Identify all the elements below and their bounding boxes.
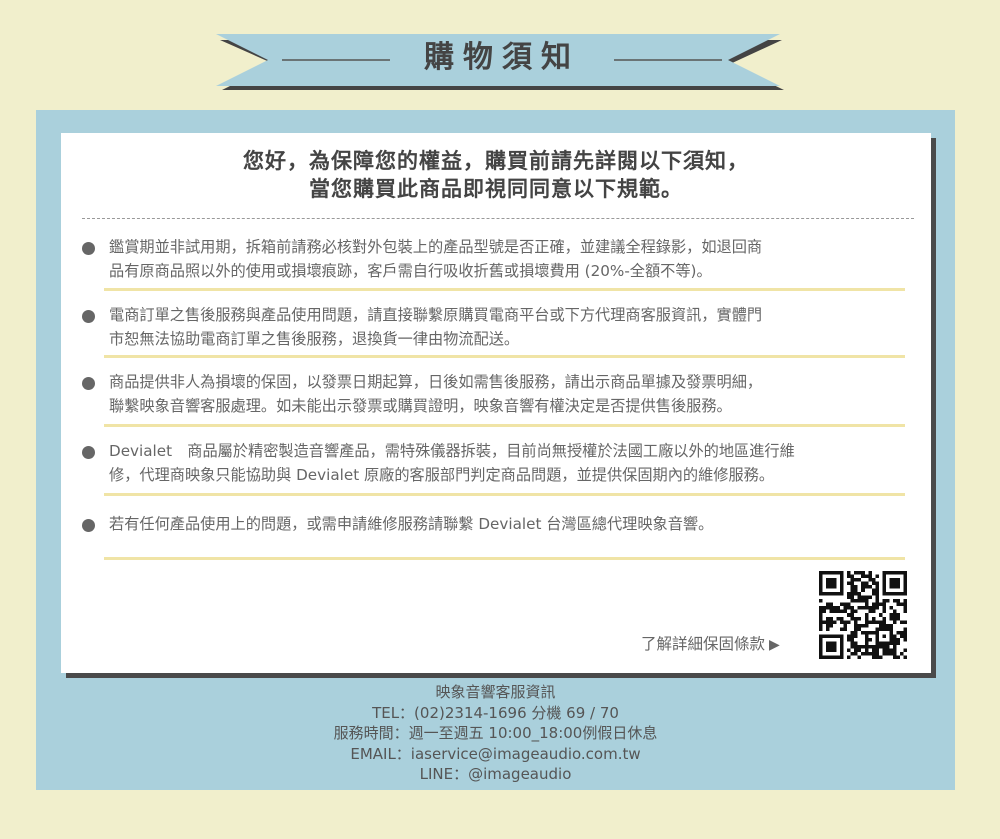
notice-item-text: 電商訂單之售後服務與產品使用問題，請直接聯繫原購買電商平台或下方代理商客服資訊，… — [109, 303, 909, 351]
notice-item-line: 聯繫映象音響客服處理。如未能出示發票或購買證明，映象音響有權決定是否提供售後服務… — [109, 397, 732, 415]
item-divider — [104, 424, 905, 427]
contact-email: EMAIL：iaservice@imageaudio.com.tw — [350, 744, 641, 763]
bullet-icon — [82, 519, 95, 532]
notice-item-text: 商品提供非人為損壞的保固，以發票日期起算，日後如需售後服務，請出示商品單據及發票… — [109, 370, 909, 418]
dashed-divider — [82, 218, 914, 219]
warranty-terms-label[interactable]: 了解詳細保固條款 — [641, 635, 765, 653]
notice-item-text: 鑑賞期並非試用期，拆箱前請務必核對外包裝上的產品型號是否正確，並建議全程錄影，如… — [109, 235, 909, 283]
bullet-icon — [82, 446, 95, 459]
contact-info: 映象音響客服資訊 TEL：(02)2314-1696 分機 69 / 70 服務… — [36, 682, 955, 785]
notice-item-line: 品有原商品照以外的使用或損壞痕跡，客戶需自行吸收折舊或損壞費用 (20%-全額不… — [109, 262, 712, 280]
qr-code-icon[interactable] — [819, 571, 907, 659]
notice-item-line: 電商訂單之售後服務與產品使用問題，請直接聯繫原購買電商平台或下方代理商客服資訊，… — [109, 306, 763, 324]
item-divider — [104, 288, 905, 291]
notice-item-line: 鑑賞期並非試用期，拆箱前請務必核對外包裝上的產品型號是否正確，並建議全程錄影，如… — [109, 238, 763, 256]
item-divider — [104, 355, 905, 358]
bullet-icon — [82, 310, 95, 323]
title-banner: 購物須知 — [212, 28, 792, 92]
contact-tel: TEL：(02)2314-1696 分機 69 / 70 — [372, 703, 619, 722]
bullet-icon — [82, 377, 95, 390]
notice-item-text: 若有任何產品使用上的問題，或需申請維修服務請聯繫 Devialet 台灣區總代理… — [109, 512, 909, 536]
intro-line-1: 您好，為保障您的權益，購買前請先詳閱以下須知， — [243, 149, 749, 173]
notice-item-line: 若有任何產品使用上的問題，或需申請維修服務請聯繫 Devialet 台灣區總代理… — [109, 515, 714, 533]
contact-title: 映象音響客服資訊 — [435, 683, 556, 701]
notice-item-text: Devialet 商品屬於精密製造音響產品，需特殊儀器拆裝，目前尚無授權於法國工… — [109, 439, 909, 487]
intro-text: 您好，為保障您的權益，購買前請先詳閱以下須知， 當您購買此商品即視同同意以下規範… — [61, 147, 931, 203]
page-title: 購物須知 — [424, 40, 580, 75]
contact-line: LINE：@imageaudio — [419, 765, 572, 783]
item-divider — [104, 493, 905, 496]
item-divider — [104, 557, 905, 560]
contact-hours: 服務時間：週一至週五 10:00_18:00例假日休息 — [333, 724, 658, 742]
notice-item-line: 市恕無法協助電商訂單之售後服務，退換貨一律由物流配送。 — [109, 330, 520, 348]
notice-item-line: 修，代理商映象只能協助與 Devialet 原廠的客服部門判定商品問題，並提供保… — [109, 466, 775, 484]
bullet-icon — [82, 242, 95, 255]
notice-item-line: Devialet 商品屬於精密製造音響產品，需特殊儀器拆裝，目前尚無授權於法國工… — [109, 442, 795, 460]
warranty-terms-link[interactable]: 了解詳細保固條款 ▶ — [641, 632, 780, 654]
play-arrow-icon: ▶ — [769, 637, 780, 653]
notice-card: 您好，為保障您的權益，購買前請先詳閱以下須知， 當您購買此商品即視同同意以下規範… — [61, 133, 931, 673]
notice-item-line: 商品提供非人為損壞的保固，以發票日期起算，日後如需售後服務，請出示商品單據及發票… — [109, 373, 763, 391]
intro-line-2: 當您購買此商品即視同同意以下規範。 — [309, 177, 683, 201]
